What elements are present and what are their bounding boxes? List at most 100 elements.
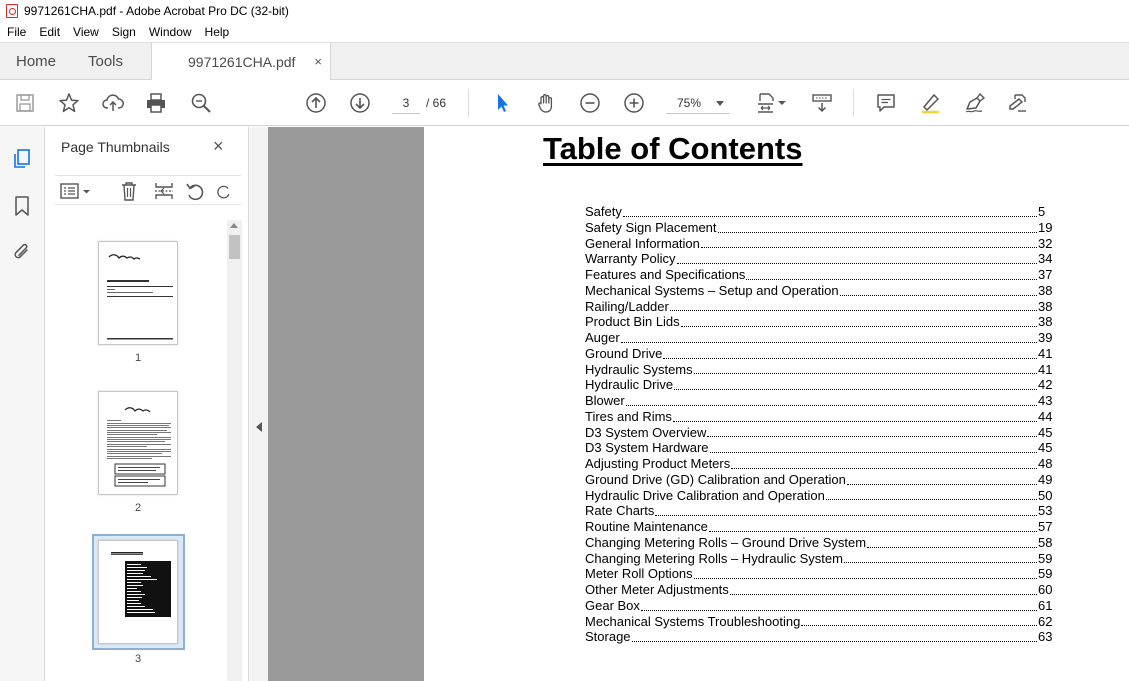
thumbnail-scrollbar[interactable] xyxy=(227,220,242,681)
close-panel-icon[interactable]: × xyxy=(213,136,224,157)
toc-entry-title: Auger xyxy=(585,330,621,346)
toc-entry[interactable]: Routine Maintenance 57 xyxy=(585,519,1053,535)
toc-entry[interactable]: Features and Specifications 37 xyxy=(585,267,1053,283)
toc-entry-page: 38 xyxy=(1038,298,1053,314)
toc-entry[interactable]: Storage 63 xyxy=(585,629,1053,645)
toc-entry[interactable]: Product Bin Lids 38 xyxy=(585,314,1053,330)
star-icon[interactable] xyxy=(56,90,82,116)
toc-entry-title: Ground Drive (GD) Calibration and Operat… xyxy=(585,471,847,488)
hand-tool-icon[interactable] xyxy=(533,90,559,116)
edit-pdf-icon[interactable] xyxy=(1005,90,1031,116)
page-number-input[interactable]: 3 xyxy=(392,92,420,114)
toc-entry[interactable]: Changing Metering Rolls – Hydraulic Syst… xyxy=(585,550,1053,567)
menu-help[interactable]: Help xyxy=(205,25,230,39)
toc-entry[interactable]: Safety Sign Placement 19 xyxy=(585,219,1053,236)
toc-entry-title: D3 System Overview xyxy=(585,424,708,441)
panel-splitter[interactable] xyxy=(250,127,268,681)
close-tab-icon[interactable]: × xyxy=(314,54,322,69)
options-menu-icon[interactable] xyxy=(59,179,93,203)
toc-entry[interactable]: Safety 5 xyxy=(585,204,1053,220)
delete-page-icon[interactable] xyxy=(117,179,141,203)
chevron-down-icon[interactable] xyxy=(776,90,788,116)
print-icon[interactable] xyxy=(143,90,169,116)
page-thumbnail[interactable] xyxy=(98,241,178,345)
toc-entry[interactable]: General Information 32 xyxy=(585,235,1053,252)
toc-entry[interactable]: Meter Roll Options 59 xyxy=(585,566,1053,582)
toc-entry[interactable]: Changing Metering Rolls – Ground Drive S… xyxy=(585,534,1053,551)
toc-entry[interactable]: D3 System Hardware 45 xyxy=(585,440,1053,456)
page-thumbnails-icon[interactable] xyxy=(10,147,34,171)
navigation-rail xyxy=(0,127,45,681)
document-viewport[interactable]: Table of Contents Safety 5 Safety Sign Pla… xyxy=(268,127,1129,681)
toc-entry[interactable]: Rate Charts 53 xyxy=(585,503,1053,519)
toc-entry-title: Changing Metering Rolls – Hydraulic Syst… xyxy=(585,550,844,567)
toc-entry[interactable]: Mechanical Systems – Setup and Operation… xyxy=(585,282,1053,299)
toc-entry-page: 60 xyxy=(1038,582,1053,597)
toc-entry[interactable]: Warranty Policy 34 xyxy=(585,251,1053,267)
previous-page-icon[interactable] xyxy=(303,90,329,116)
toc-entry[interactable]: Adjusting Product Meters 48 xyxy=(585,456,1053,472)
pdf-file-icon xyxy=(6,4,18,18)
toc-entry[interactable]: Gear Box 61 xyxy=(585,597,1053,614)
toc-entry[interactable]: Other Meter Adjustments 60 xyxy=(585,582,1053,598)
zoom-level-select[interactable]: 75% xyxy=(666,92,730,114)
toc-dot-leader xyxy=(631,641,1037,642)
scrollbar-thumb[interactable] xyxy=(229,235,240,259)
menu-view[interactable]: View xyxy=(73,25,99,39)
bookmark-icon[interactable] xyxy=(10,194,34,218)
toc-entry-page: 39 xyxy=(1038,330,1053,345)
menu-sign[interactable]: Sign xyxy=(112,25,136,39)
page-thumbnail[interactable] xyxy=(98,391,178,495)
toc-entry-page: 58 xyxy=(1038,534,1053,550)
next-page-icon[interactable] xyxy=(347,90,373,116)
toc-entry[interactable]: Hydraulic Drive 42 xyxy=(585,377,1053,393)
zoom-out-icon[interactable] xyxy=(577,90,603,116)
rotate-counterclockwise-icon[interactable] xyxy=(183,179,207,203)
toc-entry-page: 59 xyxy=(1038,566,1053,582)
toc-dot-leader xyxy=(707,436,1037,438)
tab-home[interactable]: Home xyxy=(16,43,56,80)
toc-entry[interactable]: Blower 43 xyxy=(585,393,1053,409)
scroll-mode-icon[interactable] xyxy=(809,90,835,116)
toc-dot-leader xyxy=(700,247,1037,249)
toc-entry-title: Meter Roll Options xyxy=(585,566,694,582)
toc-dot-leader xyxy=(672,420,1037,422)
zoom-search-icon[interactable] xyxy=(188,90,214,116)
toc-entry[interactable]: Ground Drive 41 xyxy=(585,345,1053,362)
toolbar-divider xyxy=(468,89,469,117)
toc-dot-leader xyxy=(693,578,1037,579)
toc-entry-title: Product Bin Lids xyxy=(585,314,681,330)
toc-dot-leader xyxy=(746,278,1037,280)
tab-tools[interactable]: Tools xyxy=(88,43,123,80)
toc-entry[interactable]: Railing/Ladder 38 xyxy=(585,298,1053,315)
toc-entry[interactable]: Tires and Rims 44 xyxy=(585,408,1053,425)
menu-edit[interactable]: Edit xyxy=(39,25,60,39)
highlight-pen-icon[interactable] xyxy=(917,90,943,116)
page-thumbnail-selected[interactable] xyxy=(98,540,178,644)
insert-page-icon[interactable] xyxy=(152,179,176,203)
tab-document[interactable]: 9971261CHA.pdf × xyxy=(151,43,331,81)
attachment-icon[interactable] xyxy=(10,240,34,264)
scroll-up-icon[interactable] xyxy=(230,223,238,228)
menu-file[interactable]: File xyxy=(7,25,26,39)
toc-entry-page: 45 xyxy=(1038,440,1053,456)
toc-entry[interactable]: D3 System Overview 45 xyxy=(585,424,1053,441)
toc-entry[interactable]: Auger 39 xyxy=(585,330,1053,346)
toc-entry-page: 19 xyxy=(1038,219,1053,235)
rotate-clockwise-icon[interactable] xyxy=(215,179,233,203)
cloud-upload-icon[interactable] xyxy=(100,90,126,116)
toc-entry-title: Ground Drive xyxy=(585,345,664,362)
toc-entry[interactable]: Hydraulic Drive Calibration and Operatio… xyxy=(585,487,1053,504)
save-icon[interactable] xyxy=(12,90,38,116)
toc-dot-leader xyxy=(693,373,1037,375)
menu-window[interactable]: Window xyxy=(149,25,192,39)
collapse-panel-icon[interactable] xyxy=(256,422,262,432)
toc-dot-leader xyxy=(663,357,1037,359)
zoom-in-icon[interactable] xyxy=(621,90,647,116)
sign-pen-icon[interactable] xyxy=(961,90,987,116)
toc-entry[interactable]: Hydraulic Systems 41 xyxy=(585,361,1053,378)
toc-entry[interactable]: Ground Drive (GD) Calibration and Operat… xyxy=(585,471,1053,488)
select-cursor-icon[interactable] xyxy=(489,90,515,116)
comment-icon[interactable] xyxy=(873,90,899,116)
toc-entry[interactable]: Mechanical Systems Troubleshooting 62 xyxy=(585,613,1053,630)
